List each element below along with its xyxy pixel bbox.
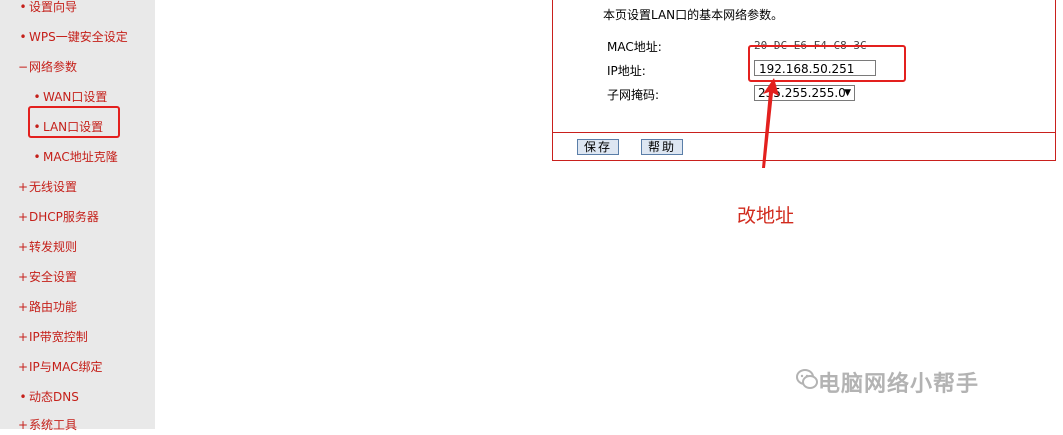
sidebar-item-label: DHCP服务器 — [29, 210, 99, 224]
sidebar-item-mac-clone[interactable]: • MAC地址克隆 — [31, 147, 118, 167]
expand-icon: + — [17, 300, 29, 314]
ip-label: IP地址: — [607, 64, 646, 78]
expand-icon: + — [17, 330, 29, 344]
sidebar-item-network-params[interactable]: −网络参数 — [17, 57, 77, 77]
annotation-arrow-icon — [762, 78, 779, 168]
sidebar-item-label: WAN口设置 — [43, 90, 108, 104]
sidebar-item-label: 设置向导 — [29, 0, 78, 14]
dropdown-arrow-icon: ▼ — [844, 88, 851, 98]
sidebar-item-ddns[interactable]: • 动态DNS — [17, 387, 79, 407]
expand-icon: + — [17, 270, 29, 284]
sidebar-item-label: 路由功能 — [29, 300, 78, 314]
subnet-mask-label: 子网掩码: — [607, 88, 660, 102]
page-description: 本页设置LAN口的基本网络参数。 — [603, 8, 784, 22]
sidebar-item-routing[interactable]: +路由功能 — [17, 297, 77, 317]
sidebar-item-dhcp[interactable]: +DHCP服务器 — [17, 207, 99, 227]
lan-highlight-box — [28, 106, 120, 138]
watermark-text: 电脑网络小帮手 — [818, 372, 980, 397]
bullet-icon: • — [33, 150, 41, 164]
sidebar-item-system-tools[interactable]: +系统工具 — [17, 415, 77, 435]
bullet-icon: • — [19, 0, 27, 14]
sidebar-item-label: 网络参数 — [29, 60, 78, 74]
expand-icon: + — [17, 418, 29, 432]
expand-icon: + — [17, 240, 29, 254]
annotation-text: 改地址 — [737, 205, 795, 227]
mac-label: MAC地址: — [607, 40, 662, 54]
sidebar-item-label: 动态DNS — [29, 390, 79, 404]
bullet-icon: • — [19, 390, 27, 404]
expand-icon: + — [17, 210, 29, 224]
sidebar-item-bandwidth[interactable]: +IP带宽控制 — [17, 327, 88, 347]
collapse-icon: − — [17, 60, 29, 74]
expand-icon: + — [17, 180, 29, 194]
sidebar-item-label: MAC地址克隆 — [43, 150, 118, 164]
sidebar-item-wps[interactable]: • WPS一键安全设定 — [17, 27, 128, 47]
sidebar-item-label: IP与MAC绑定 — [29, 360, 103, 374]
sidebar-item-setup-wizard[interactable]: • 设置向导 — [17, 0, 77, 17]
sidebar-item-security[interactable]: +安全设置 — [17, 267, 77, 287]
sidebar-item-ip-mac-binding[interactable]: +IP与MAC绑定 — [17, 357, 103, 377]
sidebar-nav: • 设置向导 • WPS一键安全设定 −网络参数 • WAN口设置 • LAN口设置 •… — [0, 0, 155, 432]
sidebar-item-label: 转发规则 — [29, 240, 78, 254]
sidebar-item-label: 系统工具 — [29, 418, 78, 432]
bullet-icon: • — [19, 30, 27, 44]
ip-highlight-box — [748, 45, 906, 82]
panel-divider — [553, 132, 1055, 133]
sidebar-item-forwarding[interactable]: +转发规则 — [17, 237, 77, 257]
sidebar-item-wan[interactable]: • WAN口设置 — [31, 87, 107, 107]
sidebar-item-label: 无线设置 — [29, 180, 78, 194]
wechat-icon — [796, 369, 818, 389]
bullet-icon: • — [33, 90, 41, 104]
sidebar-item-wireless[interactable]: +无线设置 — [17, 177, 77, 197]
sidebar-item-label: WPS一键安全设定 — [29, 30, 128, 44]
help-button[interactable]: 帮助 — [641, 139, 684, 155]
save-button[interactable]: 保存 — [577, 139, 620, 155]
sidebar-item-label: IP带宽控制 — [29, 330, 88, 344]
expand-icon: + — [17, 360, 29, 374]
sidebar-item-label: 安全设置 — [29, 270, 78, 284]
